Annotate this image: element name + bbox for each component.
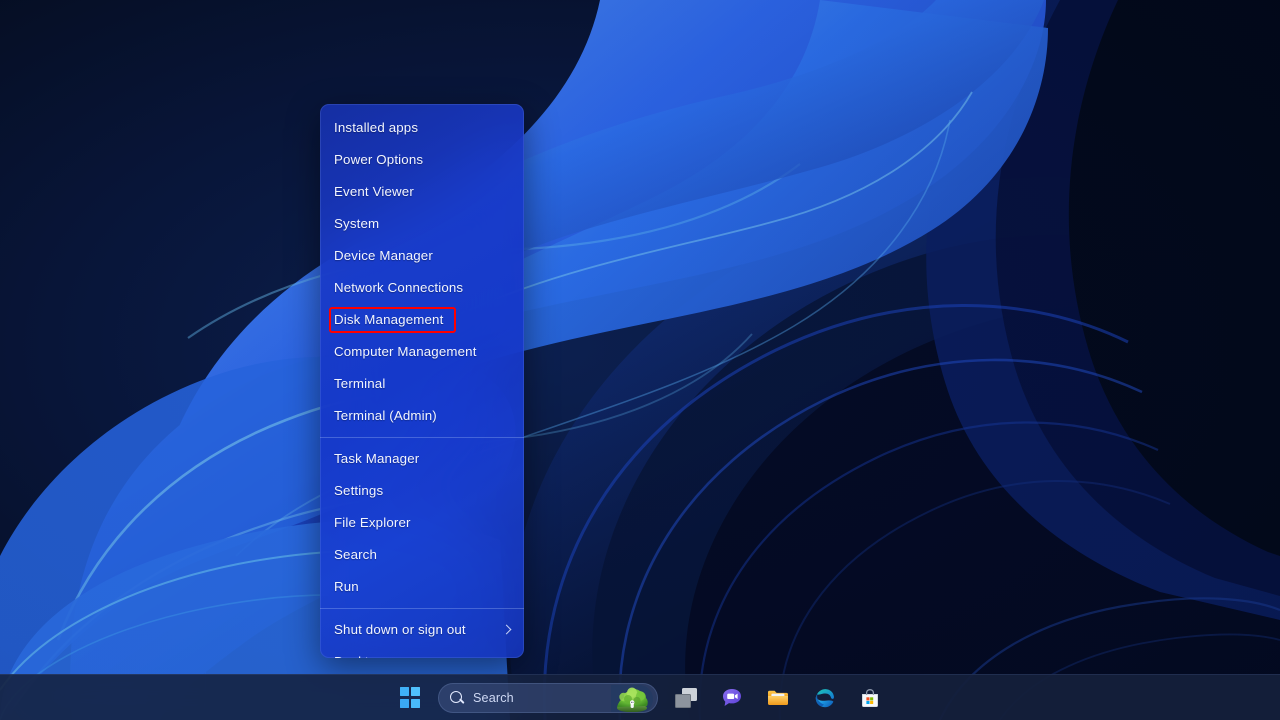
bing-daily-image-thumbnail[interactable]	[611, 685, 653, 713]
menu-separator-2	[320, 608, 524, 609]
menu-item-task-manager[interactable]: Task Manager	[320, 443, 524, 475]
menu-item-system[interactable]: System	[320, 208, 524, 240]
menu-item-disk-management[interactable]: Disk Management	[320, 304, 524, 336]
menu-item-label: Network Connections	[334, 281, 463, 294]
menu-item-label: Power Options	[334, 153, 423, 166]
search-input[interactable]: Search	[438, 683, 658, 713]
microsoft-store-icon	[858, 686, 882, 710]
menu-item-label: Search	[334, 548, 377, 561]
file-explorer-button[interactable]	[760, 680, 796, 716]
menu-item-label: Run	[334, 580, 359, 593]
menu-item-label: Device Manager	[334, 249, 433, 262]
menu-group-tools: Task Manager Settings File Explorer Sear…	[320, 443, 524, 603]
desktop-wallpaper	[0, 0, 1280, 720]
taskbar-center-group: Search	[392, 680, 888, 716]
search-placeholder-text: Search	[473, 691, 514, 705]
menu-item-device-manager[interactable]: Device Manager	[320, 240, 524, 272]
taskbar[interactable]: Search	[0, 674, 1280, 720]
menu-item-label: Installed apps	[334, 121, 418, 134]
edge-icon	[812, 686, 836, 710]
edge-button[interactable]	[806, 680, 842, 716]
menu-item-label: System	[334, 217, 379, 230]
menu-item-label: Task Manager	[334, 452, 419, 465]
menu-separator-1	[320, 437, 524, 438]
menu-item-settings[interactable]: Settings	[320, 475, 524, 507]
menu-item-label: File Explorer	[334, 516, 411, 529]
menu-item-label: Terminal (Admin)	[334, 409, 437, 422]
desktop[interactable]: Installed apps Power Options Event Viewe…	[0, 0, 1280, 720]
chat-button[interactable]	[714, 680, 750, 716]
menu-item-label: Shut down or sign out	[334, 623, 466, 636]
store-button[interactable]	[852, 680, 888, 716]
power-user-context-menu[interactable]: Installed apps Power Options Event Viewe…	[320, 104, 524, 658]
menu-item-terminal[interactable]: Terminal	[320, 368, 524, 400]
menu-item-label: Terminal	[334, 377, 385, 390]
menu-item-computer-management[interactable]: Computer Management	[320, 336, 524, 368]
menu-item-shut-down-or-sign-out[interactable]: Shut down or sign out	[320, 614, 524, 646]
menu-item-run[interactable]: Run	[320, 571, 524, 603]
menu-item-label: Computer Management	[334, 345, 477, 358]
menu-item-desktop[interactable]: Desktop	[320, 646, 524, 658]
windows-logo-icon	[400, 687, 420, 707]
menu-item-search[interactable]: Search	[320, 539, 524, 571]
chevron-right-icon	[502, 625, 512, 635]
menu-item-installed-apps[interactable]: Installed apps	[320, 112, 524, 144]
menu-group-system: Installed apps Power Options Event Viewe…	[320, 112, 524, 432]
task-view-button[interactable]	[668, 680, 704, 716]
folder-icon	[766, 686, 790, 710]
menu-item-file-explorer[interactable]: File Explorer	[320, 507, 524, 539]
menu-item-label: Disk Management	[334, 313, 443, 326]
menu-item-event-viewer[interactable]: Event Viewer	[320, 176, 524, 208]
menu-group-session: Shut down or sign out Desktop	[320, 614, 524, 658]
menu-item-label: Desktop	[334, 655, 384, 658]
menu-item-label: Event Viewer	[334, 185, 414, 198]
start-button[interactable]	[392, 680, 428, 716]
menu-item-terminal-admin[interactable]: Terminal (Admin)	[320, 400, 524, 432]
task-view-icon	[675, 688, 697, 708]
menu-item-power-options[interactable]: Power Options	[320, 144, 524, 176]
menu-item-network-connections[interactable]: Network Connections	[320, 272, 524, 304]
search-icon	[450, 691, 464, 705]
menu-item-label: Settings	[334, 484, 383, 497]
chat-teams-icon	[720, 686, 744, 710]
